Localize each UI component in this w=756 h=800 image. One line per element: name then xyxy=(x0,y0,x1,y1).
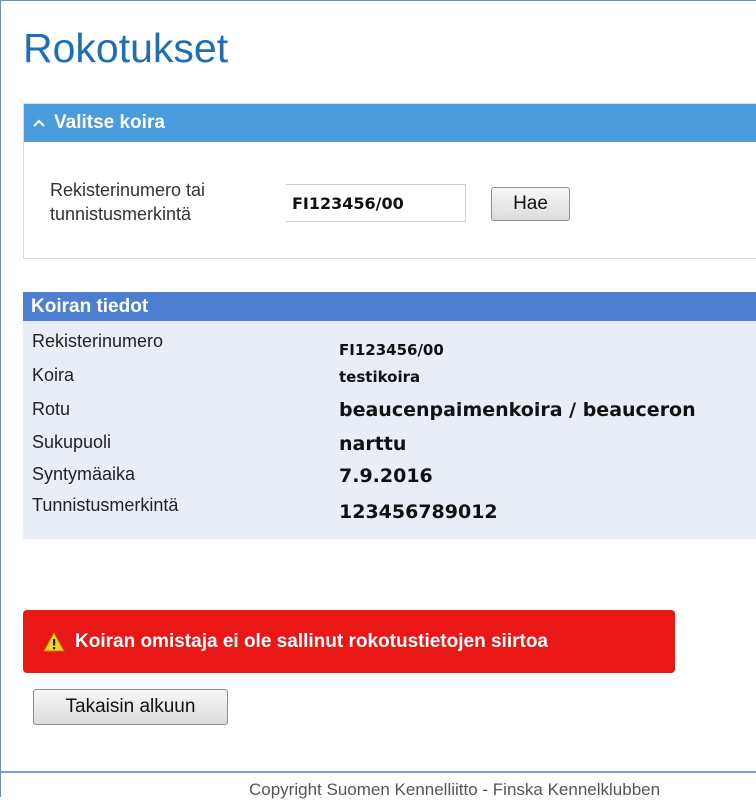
info-value: testikoira xyxy=(339,368,421,386)
back-to-start-button[interactable]: Takaisin alkuun xyxy=(33,689,228,725)
info-value: beaucenpaimenkoira / beauceron xyxy=(339,399,696,421)
info-label: Rekisterinumero xyxy=(32,331,164,351)
info-label: Sukupuoli xyxy=(32,432,112,452)
info-row-dog-name: Koira testikoira xyxy=(23,365,756,395)
info-label: Syntymäaika xyxy=(32,464,136,484)
info-value: FI123456/00 xyxy=(339,341,444,359)
registration-field-label: Rekisterinumero tai tunnistusmerkintä xyxy=(50,180,206,224)
info-row-identification: Tunnistusmerkintä 123456789012 xyxy=(23,495,756,525)
registration-number-input[interactable] xyxy=(286,184,466,222)
info-label: Rotu xyxy=(32,399,71,419)
footer-copyright: Copyright Suomen Kennelliitto - Finska K… xyxy=(249,780,661,799)
info-row-birth-date: Syntymäaika 7.9.2016 xyxy=(23,464,756,494)
error-alert: Koiran omistaja ei ole sallinut rokotust… xyxy=(23,610,675,673)
info-row-sex: Sukupuoli narttu xyxy=(23,432,756,462)
info-value: narttu xyxy=(339,433,407,455)
info-label: Koira xyxy=(32,365,75,385)
info-row-registration: Rekisterinumero FI123456/00 xyxy=(23,331,756,361)
info-value: 123456789012 xyxy=(339,501,498,523)
chevron-up-icon xyxy=(33,119,45,127)
dog-info-panel-header: Koiran tiedot xyxy=(23,292,756,321)
search-button[interactable]: Hae xyxy=(491,187,570,221)
info-value: 7.9.2016 xyxy=(339,465,433,487)
info-label: Tunnistusmerkintä xyxy=(32,495,179,515)
select-dog-panel-header[interactable]: Valitse koira xyxy=(24,104,756,142)
info-row-breed: Rotu beaucenpaimenkoira / beauceron xyxy=(23,399,756,429)
page-frame: Rokotukset Valitse koira Rekisterinumero… xyxy=(0,0,756,799)
select-dog-panel-title: Valitse koira xyxy=(54,112,165,133)
warning-icon xyxy=(43,631,65,651)
select-dog-panel: Valitse koira Rekisterinumero tai tunnis… xyxy=(23,103,756,259)
footer-divider xyxy=(1,771,756,773)
error-alert-text: Koiran omistaja ei ole sallinut rokotust… xyxy=(75,630,548,652)
page-title: Rokotukset xyxy=(23,25,229,71)
dog-info-panel: Koiran tiedot Rekisterinumero FI123456/0… xyxy=(23,292,756,539)
